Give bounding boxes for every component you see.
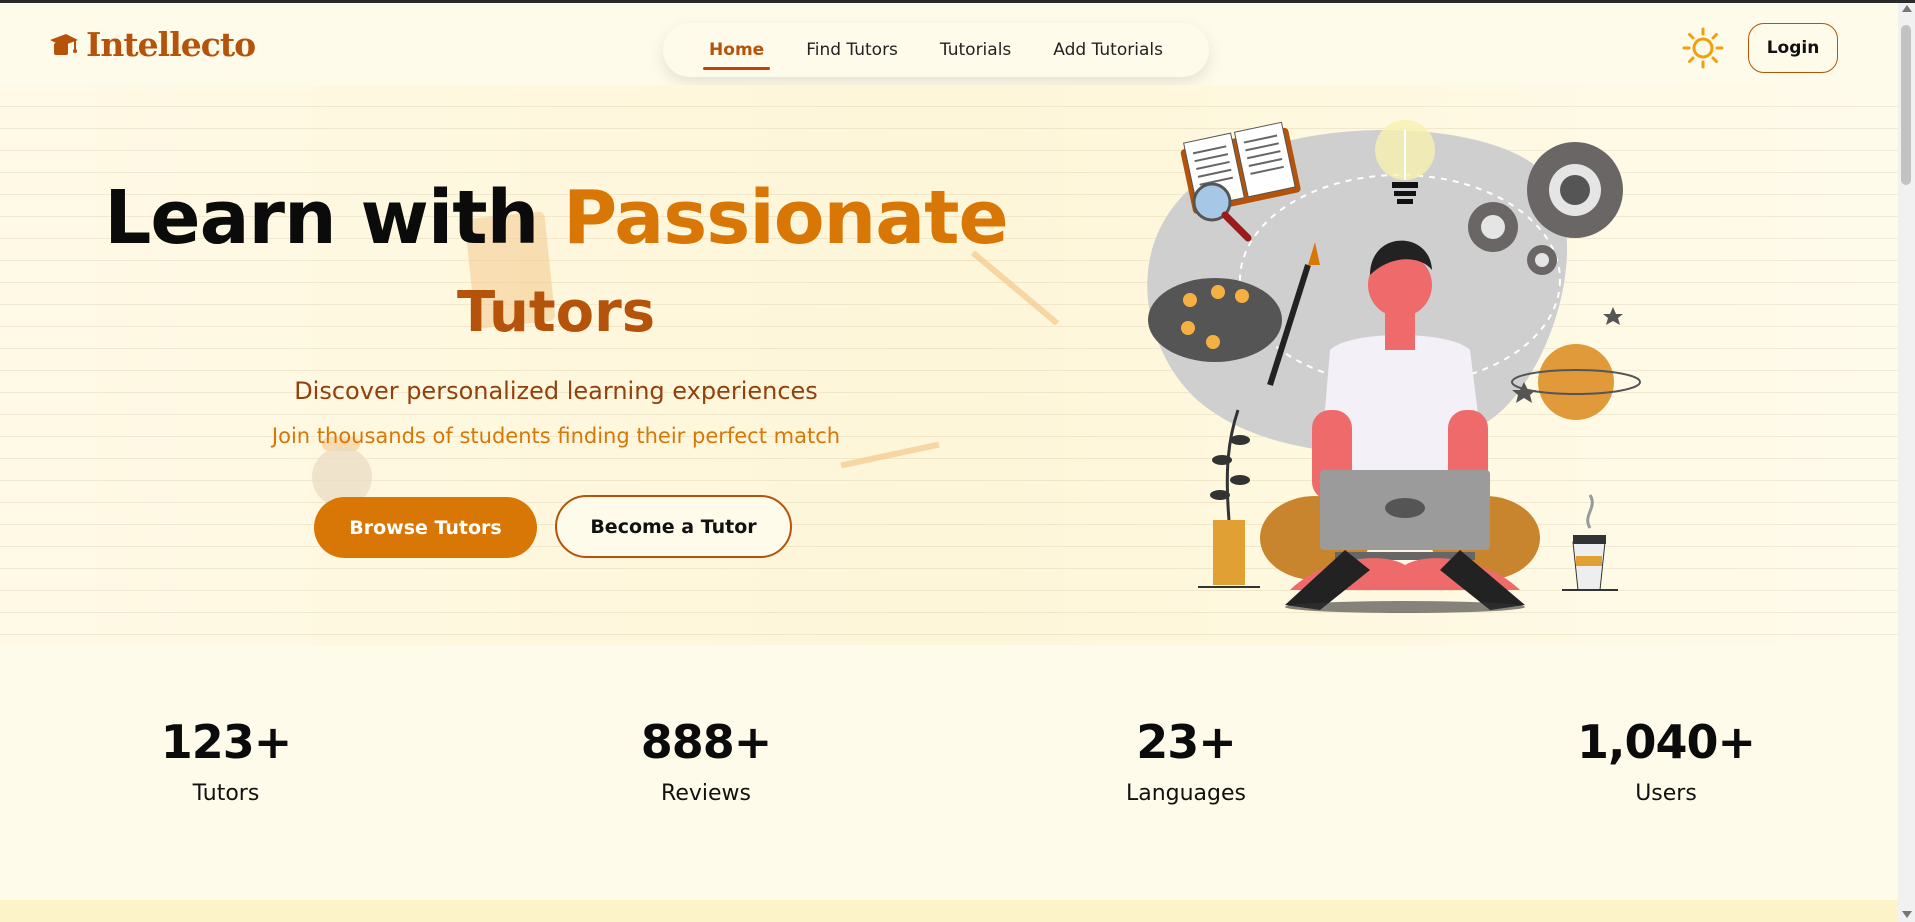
stat-users: 1,040+ Users xyxy=(1516,715,1816,806)
brand-logo[interactable]: Intellecto xyxy=(48,25,256,64)
hero-subtitle-secondary: Join thousands of students finding their… xyxy=(271,424,841,448)
scroll-up-arrow-icon[interactable] xyxy=(1902,5,1912,12)
site-header: Intellecto Home Find Tutors Tutorials Ad… xyxy=(0,3,1898,85)
stat-value: 888+ xyxy=(640,715,773,769)
nav-home[interactable]: Home xyxy=(703,34,771,70)
hero-title-accent: Passionate xyxy=(563,175,1009,261)
graduation-cap-icon xyxy=(50,33,78,55)
stat-value: 1,040+ xyxy=(1576,715,1756,769)
stat-languages: 23+ Languages xyxy=(1036,715,1336,806)
hero-title-line2: Tutors xyxy=(456,280,656,345)
student-learning-illustration xyxy=(1147,120,1641,613)
stat-label: Users xyxy=(1635,781,1697,806)
stat-value: 123+ xyxy=(160,715,293,769)
stat-value: 23+ xyxy=(1136,715,1237,769)
hero-subtitle: Discover personalized learning experienc… xyxy=(294,377,818,405)
become-tutor-button[interactable]: Become a Tutor xyxy=(555,495,792,558)
hero-title: Learn with Passionate xyxy=(0,175,1112,261)
hero-section: Learn with Passionate Tutors Discover pe… xyxy=(0,85,1898,645)
login-button[interactable]: Login xyxy=(1748,23,1838,73)
stat-label: Tutors xyxy=(192,781,260,806)
brand-name: Intellecto xyxy=(86,25,256,64)
browse-tutors-button[interactable]: Browse Tutors xyxy=(314,497,537,558)
stat-label: Reviews xyxy=(661,781,751,806)
nav-tutorials[interactable]: Tutorials xyxy=(934,34,1017,66)
stats-section: 123+ Tutors 888+ Reviews 23+ Languages 1… xyxy=(0,645,1898,900)
stat-tutors: 123+ Tutors xyxy=(76,715,376,806)
scroll-thumb[interactable] xyxy=(1901,25,1911,185)
scroll-down-arrow-icon[interactable] xyxy=(1902,911,1912,918)
nav-find-tutors[interactable]: Find Tutors xyxy=(800,34,904,66)
hero-title-plain: Learn with xyxy=(104,175,539,261)
main-navigation: Home Find Tutors Tutorials Add Tutorials xyxy=(663,23,1209,77)
next-section-edge xyxy=(0,900,1898,922)
sun-icon[interactable] xyxy=(1682,27,1724,69)
nav-add-tutorials[interactable]: Add Tutorials xyxy=(1047,34,1169,66)
stat-reviews: 888+ Reviews xyxy=(556,715,856,806)
vertical-scrollbar[interactable] xyxy=(1898,3,1915,922)
stat-label: Languages xyxy=(1125,781,1247,806)
